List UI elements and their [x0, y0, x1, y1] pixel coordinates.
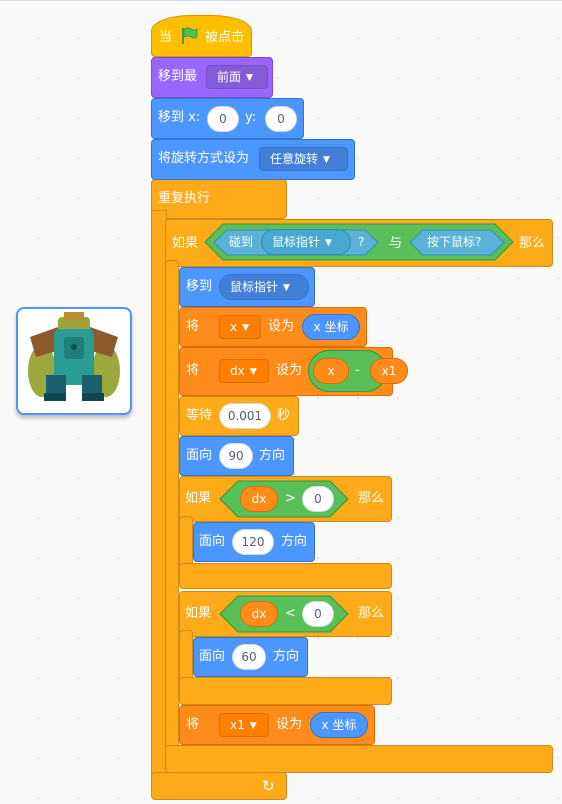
chevron-down-icon: ▼: [323, 155, 330, 165]
greater-than-input[interactable]: 0: [302, 486, 334, 512]
touching-question: ?: [358, 235, 365, 249]
set-dx-label: 将: [186, 363, 200, 378]
set-x-to-label: 设为: [268, 319, 295, 334]
if-dx-lt-label: 如果: [185, 606, 212, 621]
mouse-down-label: 按下鼠标?: [427, 235, 482, 249]
x-input[interactable]: 0: [207, 106, 239, 132]
set-x1-label: 将: [186, 717, 200, 732]
if-dx-lt-footer: [179, 677, 392, 705]
point-60-unit: 方向: [273, 649, 300, 664]
layer-dropdown[interactable]: 前面 ▼: [206, 65, 268, 89]
and-label: 与: [389, 236, 403, 251]
set-x-var-value: x: [230, 320, 238, 334]
if-mouse-footer: [165, 745, 553, 773]
wait-unit: 秒: [277, 408, 291, 423]
go-to-dropdown[interactable]: 鼠标指针 ▼: [219, 274, 309, 300]
touching-dropdown[interactable]: 鼠标指针 ▼: [261, 229, 351, 255]
point-120-input[interactable]: 120: [232, 529, 274, 555]
point-60-input[interactable]: 60: [232, 644, 266, 670]
if-mouse-arm: [165, 260, 179, 760]
touching-dropdown-value: 鼠标指针: [272, 235, 321, 249]
rotation-style-value: 任意旋转: [270, 152, 319, 166]
loop-arrow-icon: ↻: [262, 777, 275, 795]
chevron-down-icon: ▼: [325, 238, 332, 248]
chevron-down-icon: ▼: [246, 73, 253, 83]
greater-than-sign: >: [285, 491, 296, 506]
if-then-label: 那么: [519, 236, 546, 251]
chevron-down-icon: ▼: [249, 721, 257, 731]
less-than-sign: <: [285, 606, 296, 621]
point-120-unit: 方向: [281, 534, 308, 549]
x-var-reporter[interactable]: x: [313, 358, 349, 384]
rotation-style-dropdown[interactable]: 任意旋转 ▼: [259, 147, 348, 171]
set-x1-var-value: x1: [230, 718, 245, 732]
if-dx-gt-label: 如果: [185, 491, 212, 506]
top-border: [0, 0, 562, 1]
set-dx-to-label: 设为: [276, 363, 303, 378]
x-position-reporter[interactable]: x 坐标: [302, 314, 360, 340]
point-120-label: 面向: [199, 534, 226, 549]
set-x-label: 将: [186, 319, 200, 334]
chevron-down-icon: ▼: [242, 323, 250, 333]
set-x1-var-dropdown[interactable]: x1 ▼: [219, 713, 269, 737]
if-dx-lt-then: 那么: [358, 606, 385, 621]
set-dx-var-value: dx: [230, 364, 245, 378]
chevron-down-icon: ▼: [249, 367, 257, 377]
dx-var-reporter[interactable]: dx: [240, 486, 278, 512]
go-to-label: 移到: [186, 279, 213, 294]
point-90-input[interactable]: 90: [219, 443, 253, 469]
set-x1-to-label: 设为: [276, 717, 303, 732]
point-90-unit: 方向: [259, 448, 286, 463]
set-x-var-dropdown[interactable]: x ▼: [219, 315, 261, 339]
when-flag-suffix: 被点击: [205, 30, 245, 45]
rotation-style-label: 将旋转方式设为: [158, 151, 250, 166]
when-flag-prefix: 当: [159, 30, 173, 45]
if-dx-gt-footer: [179, 563, 392, 589]
y-input[interactable]: 0: [265, 106, 297, 132]
point-60-label: 面向: [199, 649, 226, 664]
wait-input[interactable]: 0.001: [219, 403, 271, 429]
chevron-down-icon: ▼: [283, 283, 290, 293]
touching-label: 碰到: [229, 235, 254, 249]
go-to-x-label: 移到 x:: [158, 110, 201, 125]
go-to-y-label: y:: [245, 110, 257, 125]
if-label: 如果: [172, 236, 199, 251]
if-dx-gt-then: 那么: [358, 491, 385, 506]
x-position-reporter[interactable]: x 坐标: [310, 712, 368, 738]
layer-dropdown-value: 前面: [217, 70, 242, 84]
subtract-sign: -: [355, 363, 360, 378]
wait-label: 等待: [186, 408, 213, 423]
green-flag-icon: [182, 27, 198, 44]
point-90-label: 面向: [186, 448, 213, 463]
x1-var-reporter[interactable]: x1: [370, 358, 408, 384]
troll-sprite-icon: [28, 312, 120, 401]
forever-label: 重复执行: [158, 191, 211, 206]
go-to-layer-label: 移到最: [158, 69, 198, 84]
set-dx-var-dropdown[interactable]: dx ▼: [219, 359, 269, 383]
sprite-thumbnail[interactable]: [16, 307, 132, 415]
go-to-dropdown-value: 鼠标指针: [230, 280, 279, 294]
less-than-input[interactable]: 0: [302, 601, 334, 627]
dx-var-reporter[interactable]: dx: [240, 601, 278, 627]
